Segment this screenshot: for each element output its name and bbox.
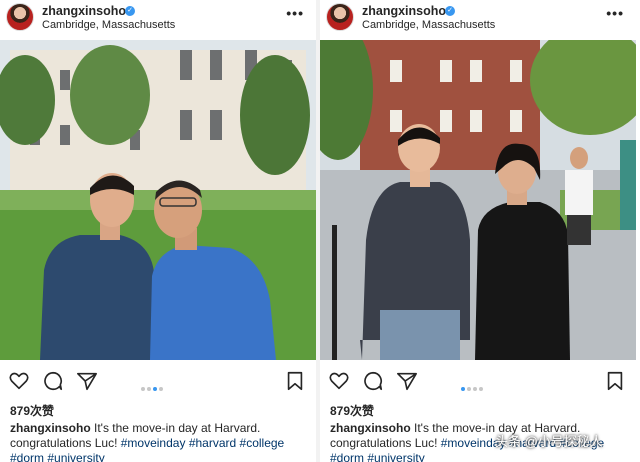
- carousel-dot: [147, 387, 151, 391]
- harvard-yard-photo: [0, 40, 316, 360]
- likes-count[interactable]: 879次赞: [330, 402, 374, 419]
- carousel-dot: [159, 387, 163, 391]
- verified-badge-icon: ✓: [125, 6, 135, 16]
- avatar[interactable]: [6, 3, 34, 31]
- location-link[interactable]: Cambridge, Massachusetts: [362, 19, 495, 31]
- carousel-dot-active: [461, 387, 465, 391]
- carousel-dot: [473, 387, 477, 391]
- hashtag[interactable]: #dorm: [10, 451, 44, 462]
- hashtag[interactable]: #dorm: [330, 451, 364, 462]
- action-bar: [320, 366, 636, 396]
- harvard-street-photo: [320, 40, 636, 360]
- carousel-dot: [141, 387, 145, 391]
- action-bar: [0, 366, 316, 396]
- hashtag[interactable]: #college: [240, 436, 285, 450]
- caption-username[interactable]: zhangxinsoho: [10, 421, 91, 435]
- bookmark-icon[interactable]: [284, 370, 306, 392]
- watermark: 头条 @小号探秘人: [495, 434, 603, 449]
- hashtag[interactable]: #moveinday: [121, 436, 186, 450]
- post-header: zhangxinsoho ✓ Cambridge, Massachusetts …: [320, 0, 636, 40]
- carousel-indicator: [140, 378, 164, 391]
- hashtag[interactable]: #university: [47, 451, 104, 462]
- heart-icon[interactable]: [8, 370, 30, 392]
- bookmark-icon[interactable]: [604, 370, 626, 392]
- avatar[interactable]: [326, 3, 354, 31]
- carousel-dot: [479, 387, 483, 391]
- carousel-dot: [467, 387, 471, 391]
- comment-icon[interactable]: [42, 370, 64, 392]
- carousel-indicator: [460, 378, 484, 391]
- post-card-1: zhangxinsoho ✓ Cambridge, Massachusetts …: [0, 0, 316, 462]
- more-options-button[interactable]: •••: [286, 5, 304, 21]
- hashtag[interactable]: #university: [367, 451, 424, 462]
- verified-badge-icon: ✓: [445, 6, 455, 16]
- username[interactable]: zhangxinsoho: [42, 4, 126, 18]
- caption: zhangxinsoho It's the move-in day at Har…: [10, 421, 310, 462]
- username[interactable]: zhangxinsoho: [362, 4, 446, 18]
- share-icon[interactable]: [396, 370, 418, 392]
- hashtag[interactable]: #harvard: [189, 436, 236, 450]
- location-link[interactable]: Cambridge, Massachusetts: [42, 19, 175, 31]
- post-header: zhangxinsoho ✓ Cambridge, Massachusetts …: [0, 0, 316, 40]
- post-photo[interactable]: [320, 40, 636, 360]
- post-photo[interactable]: [0, 40, 316, 360]
- comment-icon[interactable]: [362, 370, 384, 392]
- more-options-button[interactable]: •••: [606, 5, 624, 21]
- share-icon[interactable]: [76, 370, 98, 392]
- likes-count[interactable]: 879次赞: [10, 402, 54, 419]
- heart-icon[interactable]: [328, 370, 350, 392]
- post-card-2: zhangxinsoho ✓ Cambridge, Massachusetts …: [320, 0, 636, 462]
- carousel-dot-active: [153, 387, 157, 391]
- caption-username[interactable]: zhangxinsoho: [330, 421, 411, 435]
